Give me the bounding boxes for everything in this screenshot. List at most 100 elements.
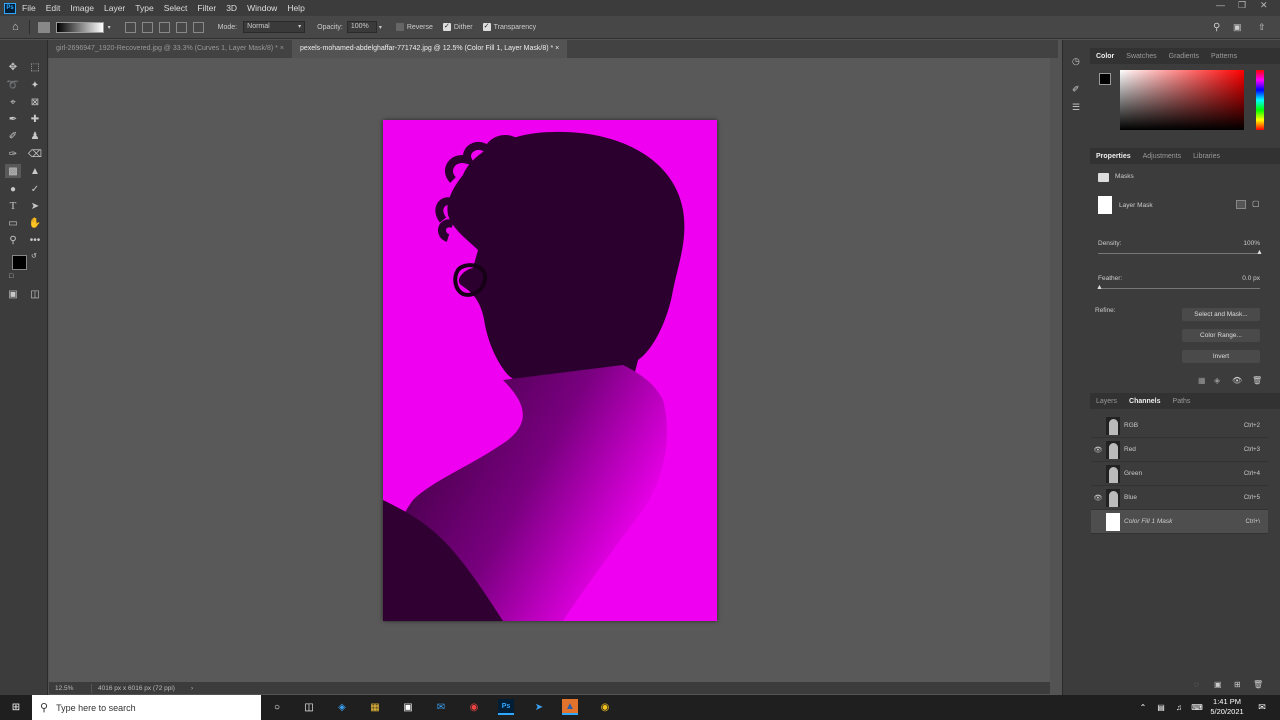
show-hidden-icons-icon[interactable]: ⌃ [1135,699,1151,715]
feather-slider-thumb[interactable]: ▲ [1096,284,1103,291]
notifications-icon[interactable]: ✉ [1254,699,1270,715]
volume-icon[interactable]: ♫ [1171,699,1187,715]
select-and-mask-button[interactable]: Select and Mask... [1182,308,1260,321]
blur-tool-icon[interactable]: ▲ [27,164,43,178]
tab-properties[interactable]: Properties [1090,153,1137,160]
chevron-right-icon[interactable]: › [191,685,193,692]
load-selection-icon[interactable]: ▦ [1198,376,1206,385]
marquee-tool-icon[interactable]: ⬚ [27,60,43,74]
layer-mask-thumbnail[interactable] [1098,196,1112,214]
chevron-down-icon[interactable]: ▾ [379,24,382,31]
restore-icon[interactable]: ❐ [1238,0,1246,11]
menu-layer[interactable]: Layer [104,3,125,13]
adjust-icon[interactable]: ☰ [1072,102,1080,113]
tool-preset-icon[interactable] [37,21,50,33]
dotted-selection-icon[interactable]: ◌ [1194,680,1199,689]
density-slider-thumb[interactable]: ▲ [1256,249,1263,256]
quick-mask-icon[interactable]: ▣ [5,287,21,301]
more-tools-icon[interactable]: ••• [27,233,43,247]
tab-layers[interactable]: Layers [1090,398,1123,405]
menu-help[interactable]: Help [287,3,304,13]
linear-gradient-icon[interactable] [124,21,136,33]
close-icon[interactable]: ✕ [1260,0,1268,11]
frame-tool-icon[interactable]: ⊠ [27,95,43,109]
vector-mask-icon[interactable]: ▢ [1252,199,1260,208]
invert-button[interactable]: Invert [1182,350,1260,363]
path-select-tool-icon[interactable]: ➤ [27,199,43,213]
menu-filter[interactable]: Filter [197,3,216,13]
move-tool-icon[interactable]: ✥ [5,60,21,74]
save-selection-icon[interactable]: ▣ [1214,680,1222,689]
menu-file[interactable]: File [22,3,36,13]
type-tool-icon[interactable]: T [5,199,21,213]
rectangle-tool-icon[interactable]: ▭ [5,216,21,230]
tab-paths[interactable]: Paths [1167,398,1197,405]
eraser-tool-icon[interactable]: ⌫ [27,147,43,161]
zoom-tool-icon[interactable]: ⚲ [5,233,21,247]
tab-document-1[interactable]: girl-2696947_1920-Recovered.jpg @ 33.3% … [48,40,292,58]
mode-select[interactable]: Normal ▾ [243,21,306,33]
reflected-gradient-icon[interactable] [175,21,187,33]
visibility-eye-icon[interactable]: 👁 [1091,446,1105,454]
delete-icon[interactable]: 🗑 [1252,376,1262,385]
foreground-color-chip[interactable] [1099,73,1111,85]
menu-image[interactable]: Image [70,3,94,13]
workspace-icon[interactable]: ▣ [1233,22,1242,33]
tab-gradients[interactable]: Gradients [1163,53,1205,60]
apply-mask-icon[interactable]: ◈ [1214,376,1220,385]
hand-tool-icon[interactable]: ✋ [27,216,43,230]
visibility-eye-icon[interactable]: 👁 [1091,494,1105,502]
hue-slider[interactable] [1256,70,1264,130]
gradient-preview[interactable] [55,21,104,33]
color-field[interactable] [1120,70,1244,130]
edge-browser-icon[interactable]: ◈ [334,699,350,715]
photos-app-icon[interactable]: ▲ [562,699,578,715]
cortana-icon[interactable]: ○ [269,699,285,715]
menu-select[interactable]: Select [164,3,188,13]
gradient-tool-icon[interactable]: ▩ [5,164,21,178]
chevron-down-icon[interactable]: ▾ [108,24,111,31]
dodge-tool-icon[interactable]: ● [5,182,21,196]
photoshop-taskbar-icon[interactable]: Ps [498,699,514,715]
menu-3d[interactable]: 3D [226,3,237,13]
network-icon[interactable]: ▤ [1153,699,1169,715]
crop-tool-icon[interactable]: ⌖ [5,95,21,109]
feather-value[interactable]: 0.0 px [1220,275,1260,282]
new-channel-icon[interactable]: ⊞ [1234,680,1241,689]
color-range-button[interactable]: Color Range... [1182,329,1260,342]
angle-gradient-icon[interactable] [158,21,170,33]
feather-slider[interactable] [1098,288,1260,289]
tab-libraries[interactable]: Libraries [1187,153,1226,160]
menu-edit[interactable]: Edit [46,3,61,13]
share-icon[interactable]: ⇧ [1258,22,1266,33]
brush-settings-icon[interactable]: ✐ [1072,84,1080,95]
menu-window[interactable]: Window [247,3,277,13]
chrome-icon[interactable]: ◉ [597,699,613,715]
history-icon[interactable]: ◷ [1072,56,1080,67]
reverse-checkbox[interactable] [395,23,404,31]
input-method-icon[interactable]: ⌨ [1189,699,1205,715]
taskbar-clock[interactable]: 1:41 PM 5/20/2021 [1205,697,1249,717]
diamond-gradient-icon[interactable] [192,21,204,33]
screen-mode-icon[interactable]: ◫ [27,287,43,301]
quick-select-tool-icon[interactable]: ✦ [27,78,43,92]
channel-row-rgb[interactable]: RGB Ctrl+2 [1091,414,1268,438]
dither-checkbox[interactable]: ✓ [442,23,451,31]
close-icon[interactable]: × [280,45,284,52]
mail-icon[interactable]: ✉ [433,699,449,715]
tab-document-2[interactable]: pexels-mohamed-abdelghaffar-771742.jpg @… [291,40,568,58]
channel-row-color-fill-mask[interactable]: Color Fill 1 Mask Ctrl+\ [1091,510,1268,534]
channel-row-green[interactable]: Green Ctrl+4 [1091,462,1268,486]
opacity-field[interactable]: 100% [346,21,377,33]
foreground-color-swatch[interactable] [12,255,27,270]
healing-brush-tool-icon[interactable]: ✚ [27,112,43,126]
tab-swatches[interactable]: Swatches [1120,53,1162,60]
app-icon-red[interactable]: ◉ [466,699,482,715]
pixel-mask-icon[interactable] [1236,200,1246,209]
minimize-icon[interactable]: — [1216,0,1225,10]
task-view-icon[interactable]: ◫ [301,699,317,715]
close-icon[interactable]: × [555,45,559,52]
channel-row-red[interactable]: 👁 Red Ctrl+3 [1091,438,1268,462]
tab-color[interactable]: Color [1090,53,1120,60]
density-value[interactable]: 100% [1220,240,1260,247]
